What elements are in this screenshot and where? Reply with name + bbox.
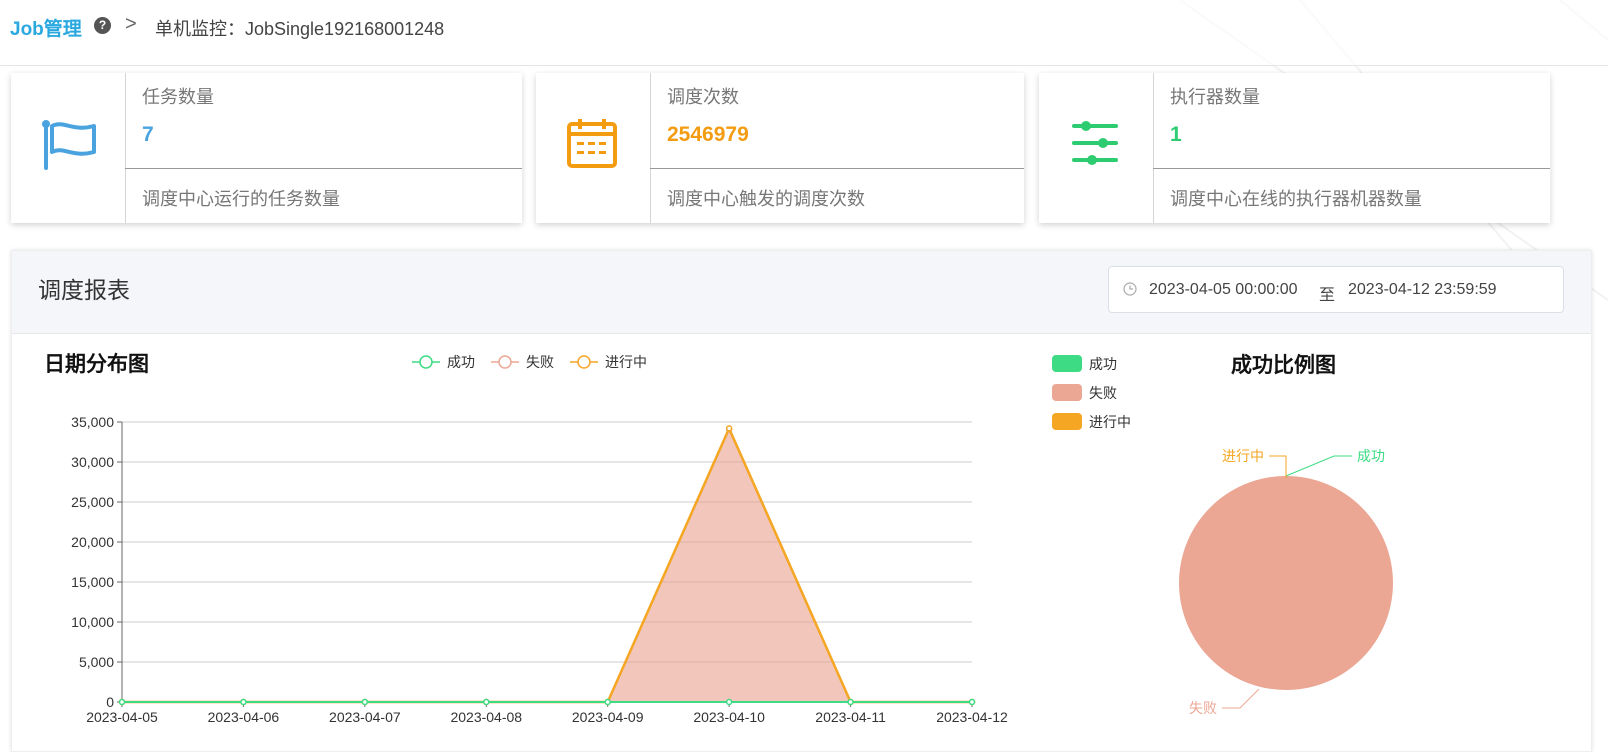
legend-marker [577, 355, 591, 369]
report-panel: 调度报表 2023-04-05 00:00:00 至 2023-04-12 23… [11, 250, 1592, 752]
pie-leader-line [1222, 688, 1260, 709]
series-area-失败 [122, 429, 972, 702]
y-tick-label: 5,000 [79, 654, 114, 670]
stat-description: 调度中心在线的执行器机器数量 [1170, 189, 1422, 209]
pie-legend-label: 进行中 [1089, 414, 1131, 430]
calendar-icon [567, 119, 617, 168]
x-tick-label: 2023-04-09 [572, 709, 644, 725]
series-line-进行中 [122, 425, 972, 704]
stat-card-executors: 执行器数量 1 调度中心在线的执行器机器数量 [1039, 73, 1550, 223]
stat-value: 1 [1170, 123, 1182, 146]
series-area-进行中 [122, 428, 972, 702]
pie-legend-label: 成功 [1089, 356, 1117, 372]
data-point [361, 698, 369, 706]
data-point [118, 698, 126, 706]
pie-label: 成功 [1357, 448, 1385, 464]
pie-label: 失败 [1189, 700, 1217, 716]
y-tick-label: 30,000 [71, 454, 114, 470]
stat-card-tasks: 任务数量 7 调度中心运行的任务数量 [11, 73, 522, 223]
x-tick-label: 2023-04-07 [329, 709, 401, 725]
legend-marker [419, 355, 433, 369]
stat-description: 调度中心运行的任务数量 [142, 189, 340, 209]
legend-label: 进行中 [605, 354, 647, 370]
data-point [847, 698, 854, 706]
y-tick-label: 25,000 [71, 494, 114, 510]
breadcrumb: Job管理 ? > 单机监控：JobSingle192168001248 [0, 0, 1608, 66]
pie-legend-swatch [1052, 355, 1082, 372]
stat-icon-box [1039, 73, 1154, 223]
y-tick-label: 10,000 [71, 614, 114, 630]
pie-leader-line [1269, 455, 1287, 478]
pie-chart-title: 成功比例图 [1231, 353, 1336, 377]
breadcrumb-current: 单机监控：JobSingle192168001248 [155, 19, 445, 39]
stat-value: 7 [142, 123, 154, 146]
stat-icon-box [11, 73, 126, 223]
legend-label: 失败 [526, 354, 554, 370]
data-point [725, 698, 733, 706]
pie-legend-swatch [1052, 413, 1082, 430]
data-point [240, 698, 247, 706]
data-point [604, 698, 611, 706]
divider [125, 168, 522, 169]
question-circle-icon[interactable]: ? [94, 17, 111, 34]
stat-label: 调度次数 [667, 87, 739, 107]
stat-label: 任务数量 [142, 87, 214, 107]
line-chart-title: 日期分布图 [44, 352, 149, 376]
x-tick-label: 2023-04-11 [815, 709, 886, 725]
data-point [483, 698, 490, 706]
stat-value: 2546979 [667, 123, 749, 146]
charts-area: 日期分布图 0 5,000 10,000 15,000 20,000 25,000 30,00… [44, 352, 1393, 725]
flag-icon [42, 120, 96, 170]
legend-label: 成功 [447, 354, 475, 370]
y-tick-label: 0 [106, 694, 114, 710]
x-tick-label: 2023-04-08 [450, 709, 522, 725]
y-tick-label: 20,000 [71, 534, 114, 550]
pie-legend-swatch [1052, 384, 1082, 401]
stat-description: 调度中心触发的调度次数 [667, 189, 865, 209]
divider [1153, 168, 1550, 169]
pie-legend-label: 失败 [1089, 385, 1117, 401]
series-line-失败 [122, 426, 972, 703]
pie-slice-失败 [1179, 476, 1393, 690]
chevron-right-icon: > [125, 13, 137, 35]
sliders-icon [1072, 121, 1118, 165]
stat-icon-box [536, 73, 651, 223]
data-point [968, 698, 976, 706]
divider [650, 168, 1024, 169]
stat-label: 执行器数量 [1170, 87, 1260, 107]
y-tick-label: 15,000 [71, 574, 114, 590]
stat-card-triggers: 调度次数 2546979 调度中心触发的调度次数 [536, 73, 1024, 223]
x-tick-label: 2023-04-06 [208, 709, 280, 725]
data-point [725, 425, 733, 432]
pie-leader-line [1285, 455, 1352, 477]
y-tick-label: 35,000 [71, 414, 114, 430]
legend-marker [498, 355, 512, 369]
x-tick-label: 2023-04-05 [86, 709, 158, 725]
x-tick-label: 2023-04-10 [693, 709, 765, 725]
pie-label: 进行中 [1222, 448, 1264, 464]
breadcrumb-root-link[interactable]: Job管理 [10, 14, 82, 41]
x-tick-label: 2023-04-12 [936, 709, 1008, 725]
